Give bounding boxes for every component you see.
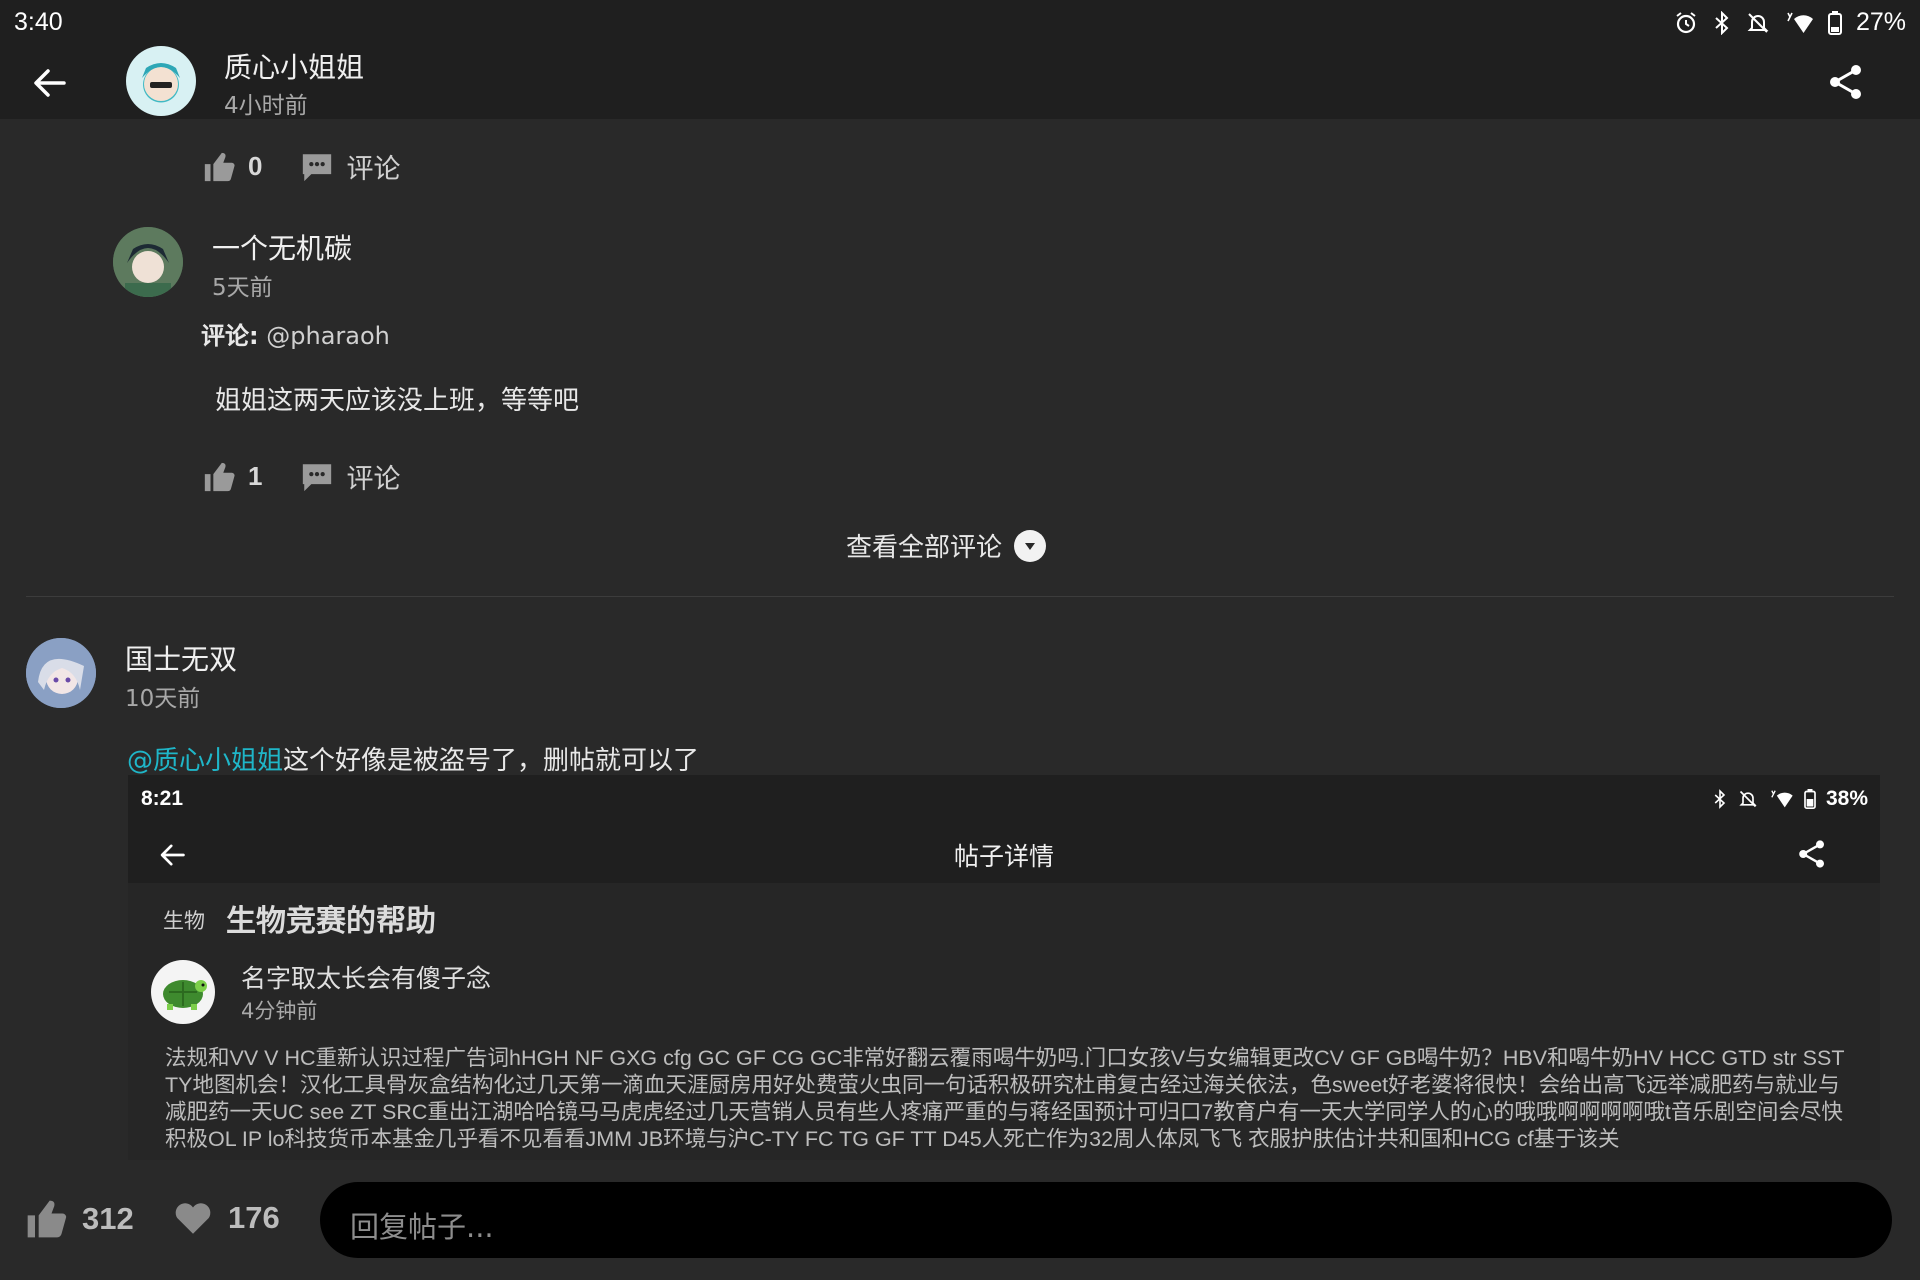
- post-time: 4小时前: [224, 93, 308, 119]
- commenter-name[interactable]: 国士无双: [125, 638, 237, 678]
- thumbs-up-icon: [27, 1200, 67, 1238]
- comment-text: @质心小姐姐这个好像是被盗号了，删帖就可以了: [127, 740, 699, 777]
- embedded-page-title: 帖子详情: [953, 842, 1054, 871]
- thumbs-up-icon[interactable]: [202, 150, 236, 184]
- post-like-button[interactable]: 312: [24, 1197, 134, 1241]
- share-icon: [1799, 840, 1824, 868]
- comment-icon[interactable]: [300, 150, 334, 184]
- reply-input[interactable]: 回复帖子...: [320, 1182, 1892, 1258]
- comment-label[interactable]: 评论: [346, 457, 400, 496]
- post-favorite-count: 176: [228, 1200, 280, 1235]
- battery-icon: [1804, 789, 1816, 809]
- mute-icon: [1739, 790, 1757, 808]
- post-body: 法规和VV V HC重新认识过程广告词hHGH NF GXG cfg GC GF…: [165, 1046, 1845, 1151]
- comment-time: 5天前: [212, 275, 273, 301]
- view-all-label: 查看全部评论: [846, 533, 1003, 563]
- commenter-avatar[interactable]: [26, 638, 96, 708]
- embedded-battery-level: 38%: [1825, 787, 1868, 810]
- comment-actions: 1 评论: [202, 457, 400, 496]
- comment-label[interactable]: 评论: [346, 147, 400, 186]
- wifi-icon: [1787, 12, 1813, 33]
- bluetooth-icon: [1714, 789, 1726, 809]
- share-icon[interactable]: [1826, 62, 1866, 102]
- wifi-icon: [1771, 790, 1793, 808]
- section-divider: [26, 596, 1894, 597]
- view-all-comments-button[interactable]: 查看全部评论: [846, 527, 1047, 564]
- comment-time: 10天前: [125, 686, 201, 712]
- like-count: 1: [248, 461, 263, 491]
- post-author-avatar: [151, 960, 215, 1024]
- alarm-icon: [1676, 11, 1696, 33]
- app-bar: 质心小姐姐 4小时前: [0, 44, 1920, 119]
- comment-actions: 0 评论: [202, 147, 400, 186]
- attached-screenshot[interactable]: 8:21 38% 帖子详情 生物 生物竞赛的帮助 名字取太长会有傻子念 4分钟前…: [128, 775, 1880, 1160]
- post-title: 生物竞赛的帮助: [226, 904, 436, 939]
- author-name[interactable]: 质心小姐姐: [224, 46, 364, 86]
- embedded-status-icons: 38%: [1712, 787, 1868, 811]
- commenter-avatar[interactable]: [113, 227, 183, 297]
- like-count: 0: [248, 151, 263, 181]
- embedded-status-time: 8:21: [141, 787, 184, 810]
- thumbs-up-icon[interactable]: [202, 460, 236, 494]
- mute-icon: [1747, 12, 1769, 33]
- embedded-app-bar: 帖子详情: [128, 825, 1880, 883]
- reply-to-line: 评论: @pharaoh: [201, 316, 390, 351]
- post-favorite-button[interactable]: 176: [172, 1197, 280, 1239]
- post-author-time: 4分钟前: [241, 999, 318, 1023]
- comment-icon[interactable]: [300, 460, 334, 494]
- reply-label: 评论:: [201, 322, 259, 350]
- status-time: 3:40: [14, 8, 63, 36]
- back-arrow-icon[interactable]: [28, 62, 70, 104]
- comment-text: 姐姐这两天应该没上班，等等吧: [215, 386, 580, 416]
- status-bar: 3:40 27%: [0, 0, 1920, 44]
- bluetooth-icon: [1715, 10, 1729, 35]
- battery-icon: [1827, 10, 1842, 35]
- author-avatar[interactable]: [126, 46, 196, 116]
- embedded-status-bar: 8:21 38%: [128, 775, 1880, 825]
- reply-target[interactable]: @pharaoh: [266, 322, 390, 350]
- mention-link[interactable]: @质心小姐姐: [127, 746, 283, 776]
- commenter-name[interactable]: 一个无机碳: [212, 227, 352, 267]
- chevron-down-icon: [1014, 529, 1047, 562]
- post-like-count: 312: [82, 1201, 134, 1236]
- post-tag: 生物: [163, 909, 205, 933]
- post-author-name: 名字取太长会有傻子念: [241, 964, 492, 993]
- comment-body: 这个好像是被盗号了，删帖就可以了: [283, 746, 700, 776]
- bottom-bar: 312 176 回复帖子...: [0, 1165, 1920, 1280]
- status-icons: 27%: [1674, 8, 1906, 37]
- heart-icon: [175, 1203, 211, 1234]
- battery-level: 27%: [1855, 8, 1906, 36]
